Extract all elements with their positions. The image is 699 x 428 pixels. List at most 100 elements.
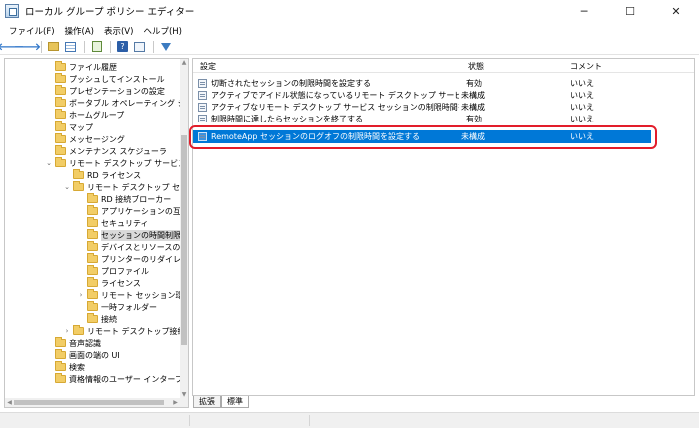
toolbar: 🡐 🡒 ? bbox=[0, 39, 699, 55]
tree-item[interactable]: 資格情報のユーザー インターフェ bbox=[45, 373, 188, 385]
scroll-right-arrow-icon[interactable]: ▶ bbox=[171, 398, 180, 407]
folder-icon bbox=[87, 277, 98, 287]
scrollbar-thumb[interactable] bbox=[181, 135, 187, 345]
tree-item-label: デバイスとリソースのリダイ bbox=[101, 242, 188, 252]
tree-item[interactable]: ポータブル オペレーティング システ bbox=[45, 97, 188, 109]
tree-item[interactable]: 接続 bbox=[77, 313, 117, 325]
tree-item-label: リモート デスクトップ接続のク bbox=[87, 326, 188, 336]
tree-item-label: ライセンス bbox=[101, 278, 141, 288]
chevron-down-icon[interactable]: ⌄ bbox=[63, 183, 71, 191]
tree-item[interactable]: ファイル履歴 bbox=[45, 61, 117, 73]
filter-icon bbox=[160, 42, 171, 51]
tree-horizontal-scrollbar[interactable]: ◀ ▶ bbox=[5, 398, 188, 407]
tree-item-label: リモート デスクトップ セッション bbox=[87, 182, 188, 192]
folder-icon bbox=[55, 97, 66, 107]
tree-item-label: アプリケーションの互換性 bbox=[101, 206, 189, 216]
tree-item-remote-session-environment[interactable]: › リモート セッション環境 bbox=[77, 289, 188, 301]
tree-item[interactable]: プッシュしてインストール bbox=[45, 73, 165, 85]
chevron-right-icon[interactable]: › bbox=[63, 327, 71, 335]
tree-item[interactable]: プリンターのリダイレクト bbox=[77, 253, 188, 265]
column-header-comment[interactable]: コメント bbox=[570, 61, 602, 72]
scrollbar-thumb[interactable] bbox=[14, 400, 164, 405]
window-title: ローカル グループ ポリシー エディター bbox=[25, 7, 195, 18]
tree-item[interactable]: デバイスとリソースのリダイ bbox=[77, 241, 188, 253]
close-button[interactable]: ✕ bbox=[653, 0, 699, 22]
policy-setting-icon bbox=[198, 91, 207, 100]
menu-help[interactable]: ヘルプ(H) bbox=[138, 25, 187, 37]
tree-item[interactable]: ライセンス bbox=[77, 277, 141, 289]
folder-icon bbox=[87, 289, 98, 299]
console-tree[interactable]: ファイル履歴 プッシュしてインストール プレゼンテーションの設定 ポータブル オ… bbox=[4, 58, 189, 408]
up-folder-button[interactable] bbox=[46, 40, 61, 54]
status-cell bbox=[190, 415, 310, 426]
tree-item[interactable]: 検索 bbox=[45, 361, 85, 373]
folder-icon bbox=[87, 313, 98, 323]
folder-icon bbox=[87, 253, 98, 263]
policy-row[interactable]: アクティブなリモート デスクトップ サービス セッションの制限時間を設定... … bbox=[193, 101, 663, 113]
folder-icon bbox=[87, 301, 98, 311]
chevron-down-icon[interactable]: ⌄ bbox=[45, 159, 53, 167]
policy-row[interactable]: 切断されたセッションの制限時間を設定する 有効 いいえ bbox=[193, 77, 663, 89]
policy-state: 未構成 bbox=[461, 91, 485, 100]
tree-item[interactable]: メッセージング bbox=[45, 133, 125, 145]
export-list-button[interactable] bbox=[89, 40, 104, 54]
policy-row[interactable]: アクティブでアイドル状態になっているリモート デスクトップ サービス セッ...… bbox=[193, 89, 663, 101]
folder-icon bbox=[55, 121, 66, 131]
folder-up-icon bbox=[48, 42, 59, 51]
minimize-button[interactable]: ─ bbox=[561, 0, 607, 22]
properties-button[interactable] bbox=[132, 40, 147, 54]
menu-view[interactable]: 表示(V) bbox=[99, 25, 138, 37]
column-header-setting[interactable]: 設定 bbox=[200, 61, 216, 72]
tree-vertical-scrollbar[interactable]: ▲ ▼ bbox=[180, 59, 188, 399]
tree-item[interactable]: セキュリティ bbox=[77, 217, 149, 229]
maximize-button[interactable]: ☐ bbox=[607, 0, 653, 22]
tree-item-label: リモート デスクトップ サービス bbox=[69, 158, 187, 168]
tree-item-remote-desktop-services[interactable]: ⌄ リモート デスクトップ サービス bbox=[45, 157, 186, 169]
tree-item[interactable]: 画面の端の UI bbox=[45, 349, 120, 361]
menu-file[interactable]: ファイル(F) bbox=[4, 25, 60, 37]
tree-item-label: 一時フォルダー bbox=[101, 302, 157, 312]
tree-item[interactable]: ホームグループ bbox=[45, 109, 124, 121]
view-tabs: 拡張 標準 bbox=[193, 396, 249, 408]
tree-item-label: セッションの時間制限 bbox=[101, 229, 181, 241]
policy-row[interactable]: 制限時間に達したらセッションを終了する 有効 いいえ bbox=[193, 113, 663, 122]
tree-item-label: RD ライセンス bbox=[87, 170, 142, 180]
toolbar-separator bbox=[153, 40, 154, 53]
folder-open-icon bbox=[73, 181, 84, 191]
folder-icon bbox=[55, 85, 66, 95]
menu-action[interactable]: 操作(A) bbox=[60, 25, 99, 37]
tree-item[interactable]: 一時フォルダー bbox=[77, 301, 157, 313]
tree-item-rd-session-host[interactable]: ⌄ リモート デスクトップ セッション bbox=[63, 181, 188, 193]
scroll-up-arrow-icon[interactable]: ▲ bbox=[180, 59, 188, 67]
tree-item[interactable]: 音声認識 bbox=[45, 337, 101, 349]
settings-list[interactable]: 設定 状態 コメント 切断されたセッションの制限時間を設定する 有効 いいえ ア… bbox=[192, 58, 695, 396]
forward-arrow-icon[interactable]: 🡒 bbox=[14, 40, 41, 54]
column-header-state[interactable]: 状態 bbox=[468, 61, 484, 72]
tree-item[interactable]: RD 接続ブローカー bbox=[77, 193, 171, 205]
folder-icon bbox=[55, 73, 66, 83]
tree-item[interactable]: RD ライセンス bbox=[63, 169, 141, 181]
policy-state: 未構成 bbox=[461, 103, 485, 112]
tree-item-label: 検索 bbox=[69, 362, 85, 372]
tree-item-session-time-limits[interactable]: セッションの時間制限 bbox=[77, 229, 181, 241]
policy-setting-icon bbox=[198, 103, 207, 112]
filter-button[interactable] bbox=[158, 40, 173, 54]
chevron-right-icon[interactable]: › bbox=[77, 291, 85, 299]
help-button[interactable]: ? bbox=[115, 40, 130, 54]
tree-item[interactable]: マップ bbox=[45, 121, 93, 133]
tree-item[interactable]: プレゼンテーションの設定 bbox=[45, 85, 165, 97]
tree-item[interactable]: アプリケーションの互換性 bbox=[77, 205, 189, 217]
tab-standard[interactable]: 標準 bbox=[221, 396, 249, 408]
tree-item-label: メンテナンス スケジューラ bbox=[69, 146, 167, 156]
show-hide-tree-button[interactable] bbox=[63, 40, 78, 54]
policy-comment: いいえ bbox=[570, 103, 594, 112]
tree-item[interactable]: メンテナンス スケジューラ bbox=[45, 145, 167, 157]
folder-icon bbox=[87, 217, 98, 227]
folder-icon bbox=[55, 337, 66, 347]
tree-item-label: ファイル履歴 bbox=[69, 62, 117, 72]
scroll-left-arrow-icon[interactable]: ◀ bbox=[5, 398, 14, 407]
tab-extended[interactable]: 拡張 bbox=[193, 396, 221, 408]
policy-state: 有効 bbox=[466, 79, 482, 88]
tree-item[interactable]: プロファイル bbox=[77, 265, 149, 277]
tree-item-rd-connection-client[interactable]: › リモート デスクトップ接続のク bbox=[63, 325, 188, 337]
